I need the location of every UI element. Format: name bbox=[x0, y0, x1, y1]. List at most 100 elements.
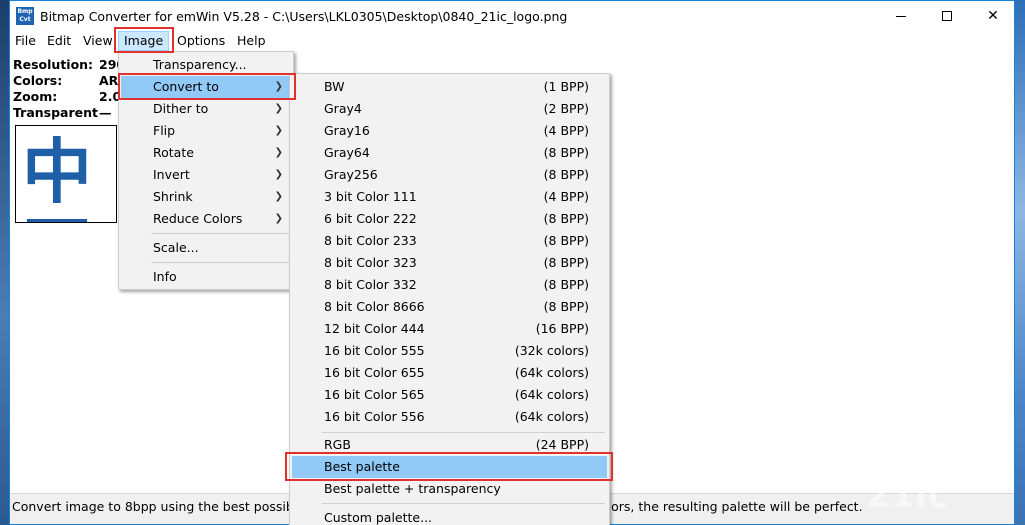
convert-item-gray4[interactable]: Gray4 (2 BPP) bbox=[292, 98, 607, 120]
convert-item-color-111[interactable]: 3 bit Color 111 (4 BPP) bbox=[292, 186, 607, 208]
convert-item-color-565[interactable]: 16 bit Color 565 (64k colors) bbox=[292, 384, 607, 406]
menu-item-flip[interactable]: Flip ❯ bbox=[121, 120, 291, 142]
menu-item-scale[interactable]: Scale... bbox=[121, 237, 291, 259]
convert-item-bpp: (4 BPP) bbox=[543, 123, 589, 138]
menu-item-reduce-colors[interactable]: Reduce Colors ❯ bbox=[121, 208, 291, 230]
chevron-right-icon: ❯ bbox=[274, 103, 283, 114]
convert-item-bpp: (32k colors) bbox=[514, 343, 589, 358]
convert-item-label: 8 bit Color 323 bbox=[324, 255, 417, 270]
convert-item-label: Gray256 bbox=[324, 167, 378, 182]
convert-item-label: 12 bit Color 444 bbox=[324, 321, 425, 336]
menu-edit[interactable]: Edit bbox=[42, 31, 76, 51]
menu-item-label: Invert bbox=[153, 167, 190, 182]
menu-separator bbox=[322, 432, 605, 433]
convert-item-color-222[interactable]: 6 bit Color 222 (8 BPP) bbox=[292, 208, 607, 230]
convert-item-label: 6 bit Color 222 bbox=[324, 211, 417, 226]
watermark-logo: 21ic bbox=[866, 476, 950, 516]
menu-separator bbox=[151, 262, 289, 263]
convert-item-bpp: (8 BPP) bbox=[543, 233, 589, 248]
menu-item-label: Info bbox=[153, 269, 177, 284]
convert-item-color-556[interactable]: 16 bit Color 556 (64k colors) bbox=[292, 406, 607, 428]
menu-separator bbox=[151, 233, 289, 234]
convert-item-bpp: (8 BPP) bbox=[543, 167, 589, 182]
transparent-label: Transparent bbox=[13, 105, 98, 120]
convert-item-label: Gray16 bbox=[324, 123, 370, 138]
chevron-right-icon: ❯ bbox=[274, 147, 283, 158]
convert-item-color-444[interactable]: 12 bit Color 444 (16 BPP) bbox=[292, 318, 607, 340]
menu-item-invert[interactable]: Invert ❯ bbox=[121, 164, 291, 186]
menu-item-shrink[interactable]: Shrink ❯ bbox=[121, 186, 291, 208]
convert-item-bw[interactable]: BW (1 BPP) bbox=[292, 76, 607, 98]
menu-options[interactable]: Options bbox=[172, 31, 230, 51]
menu-file[interactable]: File bbox=[10, 31, 41, 51]
menu-item-label: Rotate bbox=[153, 145, 194, 160]
menu-item-label: Flip bbox=[153, 123, 176, 138]
convert-item-color-332[interactable]: 8 bit Color 332 (8 BPP) bbox=[292, 274, 607, 296]
convert-item-label: 16 bit Color 565 bbox=[324, 387, 425, 402]
convert-item-bpp: (8 BPP) bbox=[543, 145, 589, 160]
convert-item-label: RGB bbox=[324, 437, 351, 452]
convert-item-bpp: (64k colors) bbox=[514, 365, 589, 380]
convert-item-gray64[interactable]: Gray64 (8 BPP) bbox=[292, 142, 607, 164]
chevron-right-icon: ❯ bbox=[274, 213, 283, 224]
highlight-frame-image-menu bbox=[114, 27, 174, 53]
convert-item-best-palette-transparency[interactable]: Best palette + transparency bbox=[292, 478, 607, 500]
image-info-panel: Resolution: 290 Colors: AR Zoom: 2.0 Transp… bbox=[13, 57, 125, 121]
convert-item-bpp: (8 BPP) bbox=[543, 255, 589, 270]
menu-item-label: Reduce Colors bbox=[153, 211, 243, 226]
colors-label: Colors: bbox=[13, 73, 63, 88]
convert-item-color-323[interactable]: 8 bit Color 323 (8 BPP) bbox=[292, 252, 607, 274]
convert-item-bpp: (8 BPP) bbox=[543, 211, 589, 226]
bitmap-converter-app-icon[interactable]: Bmp Cvt bbox=[16, 7, 34, 25]
maximize-button[interactable] bbox=[924, 1, 970, 31]
convert-item-label: Best palette + transparency bbox=[324, 481, 501, 496]
menu-item-label: Scale... bbox=[153, 240, 199, 255]
resolution-label: Resolution: bbox=[13, 57, 94, 72]
convert-item-label: BW bbox=[324, 79, 345, 94]
convert-item-color-233[interactable]: 8 bit Color 233 (8 BPP) bbox=[292, 230, 607, 252]
menu-item-rotate[interactable]: Rotate ❯ bbox=[121, 142, 291, 164]
menu-item-label: Transparency... bbox=[153, 57, 247, 72]
convert-item-bpp: (4 BPP) bbox=[543, 189, 589, 204]
zoom-label: Zoom: bbox=[13, 89, 58, 104]
chevron-right-icon: ❯ bbox=[274, 125, 283, 136]
chevron-right-icon: ❯ bbox=[274, 191, 283, 202]
convert-item-label: Gray64 bbox=[324, 145, 370, 160]
desktop-right-strip bbox=[1015, 0, 1025, 525]
desktop-left-strip bbox=[0, 0, 9, 525]
minimize-button[interactable] bbox=[878, 1, 924, 31]
convert-item-custom-palette[interactable]: Custom palette... bbox=[292, 507, 607, 525]
menu-item-label: Shrink bbox=[153, 189, 193, 204]
convert-item-label: 8 bit Color 233 bbox=[324, 233, 417, 248]
convert-item-label: 3 bit Color 111 bbox=[324, 189, 417, 204]
image-preview: 中国 bbox=[15, 125, 117, 223]
maximize-icon bbox=[942, 11, 952, 21]
convert-item-color-655[interactable]: 16 bit Color 655 (64k colors) bbox=[292, 362, 607, 384]
menu-item-dither-to[interactable]: Dither to ❯ bbox=[121, 98, 291, 120]
menu-help[interactable]: Help bbox=[232, 31, 271, 51]
close-button[interactable]: ✕ bbox=[970, 1, 1016, 31]
convert-item-bpp: (1 BPP) bbox=[543, 79, 589, 94]
logo-image: 中国 bbox=[22, 131, 92, 222]
convert-item-color-555[interactable]: 16 bit Color 555 (32k colors) bbox=[292, 340, 607, 362]
convert-item-gray256[interactable]: Gray256 (8 BPP) bbox=[292, 164, 607, 186]
convert-item-color-8666[interactable]: 8 bit Color 8666 (8 BPP) bbox=[292, 296, 607, 318]
transparent-value: — bbox=[99, 105, 112, 120]
menu-item-info[interactable]: Info bbox=[121, 266, 291, 288]
chevron-right-icon: ❯ bbox=[274, 169, 283, 180]
colors-value: AR bbox=[99, 73, 119, 88]
convert-item-bpp: (8 BPP) bbox=[543, 277, 589, 292]
minimize-icon bbox=[896, 15, 906, 17]
menu-view[interactable]: View bbox=[78, 31, 118, 51]
highlight-frame-best-palette bbox=[285, 452, 613, 481]
convert-item-label: 16 bit Color 556 bbox=[324, 409, 425, 424]
window-title: Bitmap Converter for emWin V5.28 - C:\Us… bbox=[40, 9, 568, 24]
status-text: Convert image to 8bpp using the best pos… bbox=[12, 499, 305, 514]
convert-item-bpp: (64k colors) bbox=[514, 387, 589, 402]
menu-item-label: Dither to bbox=[153, 101, 209, 116]
convert-item-bpp: (2 BPP) bbox=[543, 101, 589, 116]
close-icon: ✕ bbox=[987, 8, 999, 24]
convert-item-label: 16 bit Color 655 bbox=[324, 365, 425, 380]
highlight-frame-convert-to bbox=[118, 73, 296, 100]
convert-item-gray16[interactable]: Gray16 (4 BPP) bbox=[292, 120, 607, 142]
